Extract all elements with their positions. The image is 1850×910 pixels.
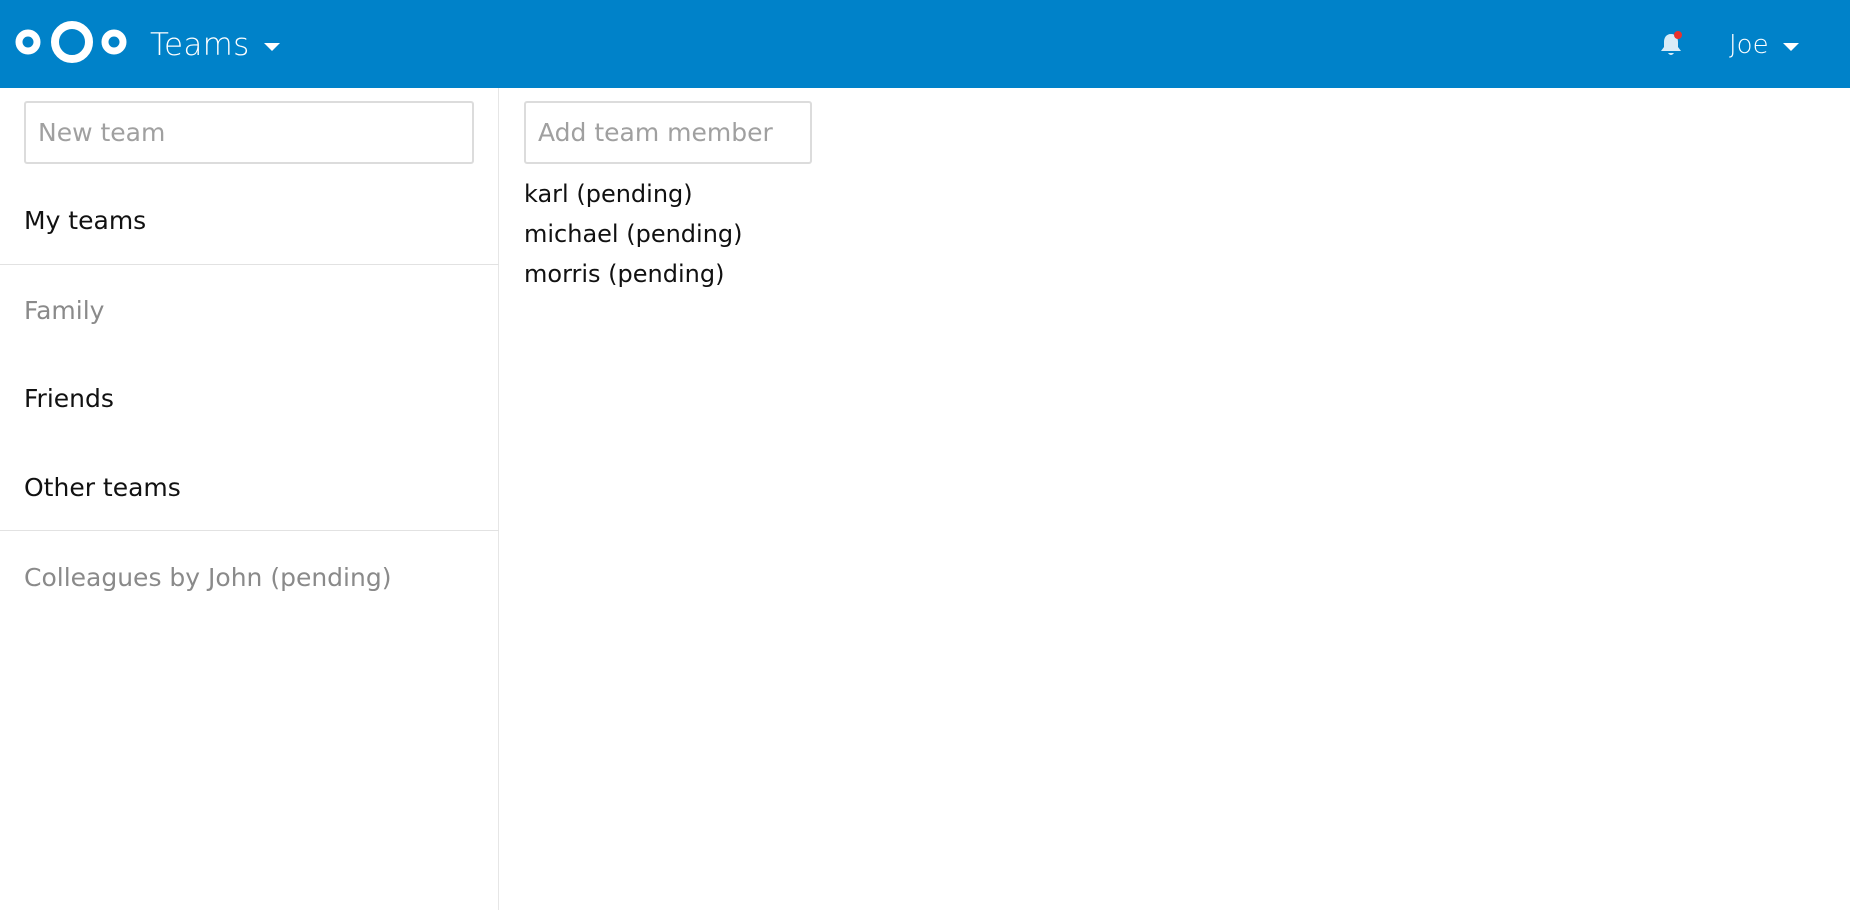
top-header: Teams Joe <box>0 0 1850 88</box>
my-teams-heading: My teams <box>24 206 147 235</box>
other-teams-heading: Other teams <box>24 473 181 502</box>
chevron-down-icon <box>1782 43 1799 51</box>
list-item: karl (pending) <box>524 180 693 208</box>
user-menu[interactable]: Joe <box>1729 24 1799 66</box>
divider <box>0 264 499 265</box>
sidebar-item-family[interactable]: Family <box>24 295 104 327</box>
sidebar: My teams Family Friends Other teams Coll… <box>0 88 499 910</box>
divider <box>0 530 499 531</box>
app-menu[interactable]: Teams <box>150 22 280 68</box>
nextcloud-logo-icon[interactable] <box>14 16 130 70</box>
sidebar-item-colleagues[interactable]: Colleagues by John (pending) <box>24 562 391 594</box>
chevron-down-icon <box>263 43 280 51</box>
bell-icon[interactable] <box>1658 30 1684 58</box>
team-detail-panel: karl (pending) michael (pending) morris … <box>500 88 1850 910</box>
new-team-input[interactable] <box>24 101 474 164</box>
add-team-member-input[interactable] <box>524 101 812 164</box>
list-item: morris (pending) <box>524 260 725 288</box>
member-list: karl (pending) michael (pending) morris … <box>524 174 743 294</box>
user-name: Joe <box>1729 30 1769 60</box>
sidebar-item-friends[interactable]: Friends <box>24 383 114 415</box>
list-item: michael (pending) <box>524 220 743 248</box>
app-title: Teams <box>150 27 250 63</box>
notification-dot <box>1674 31 1682 39</box>
